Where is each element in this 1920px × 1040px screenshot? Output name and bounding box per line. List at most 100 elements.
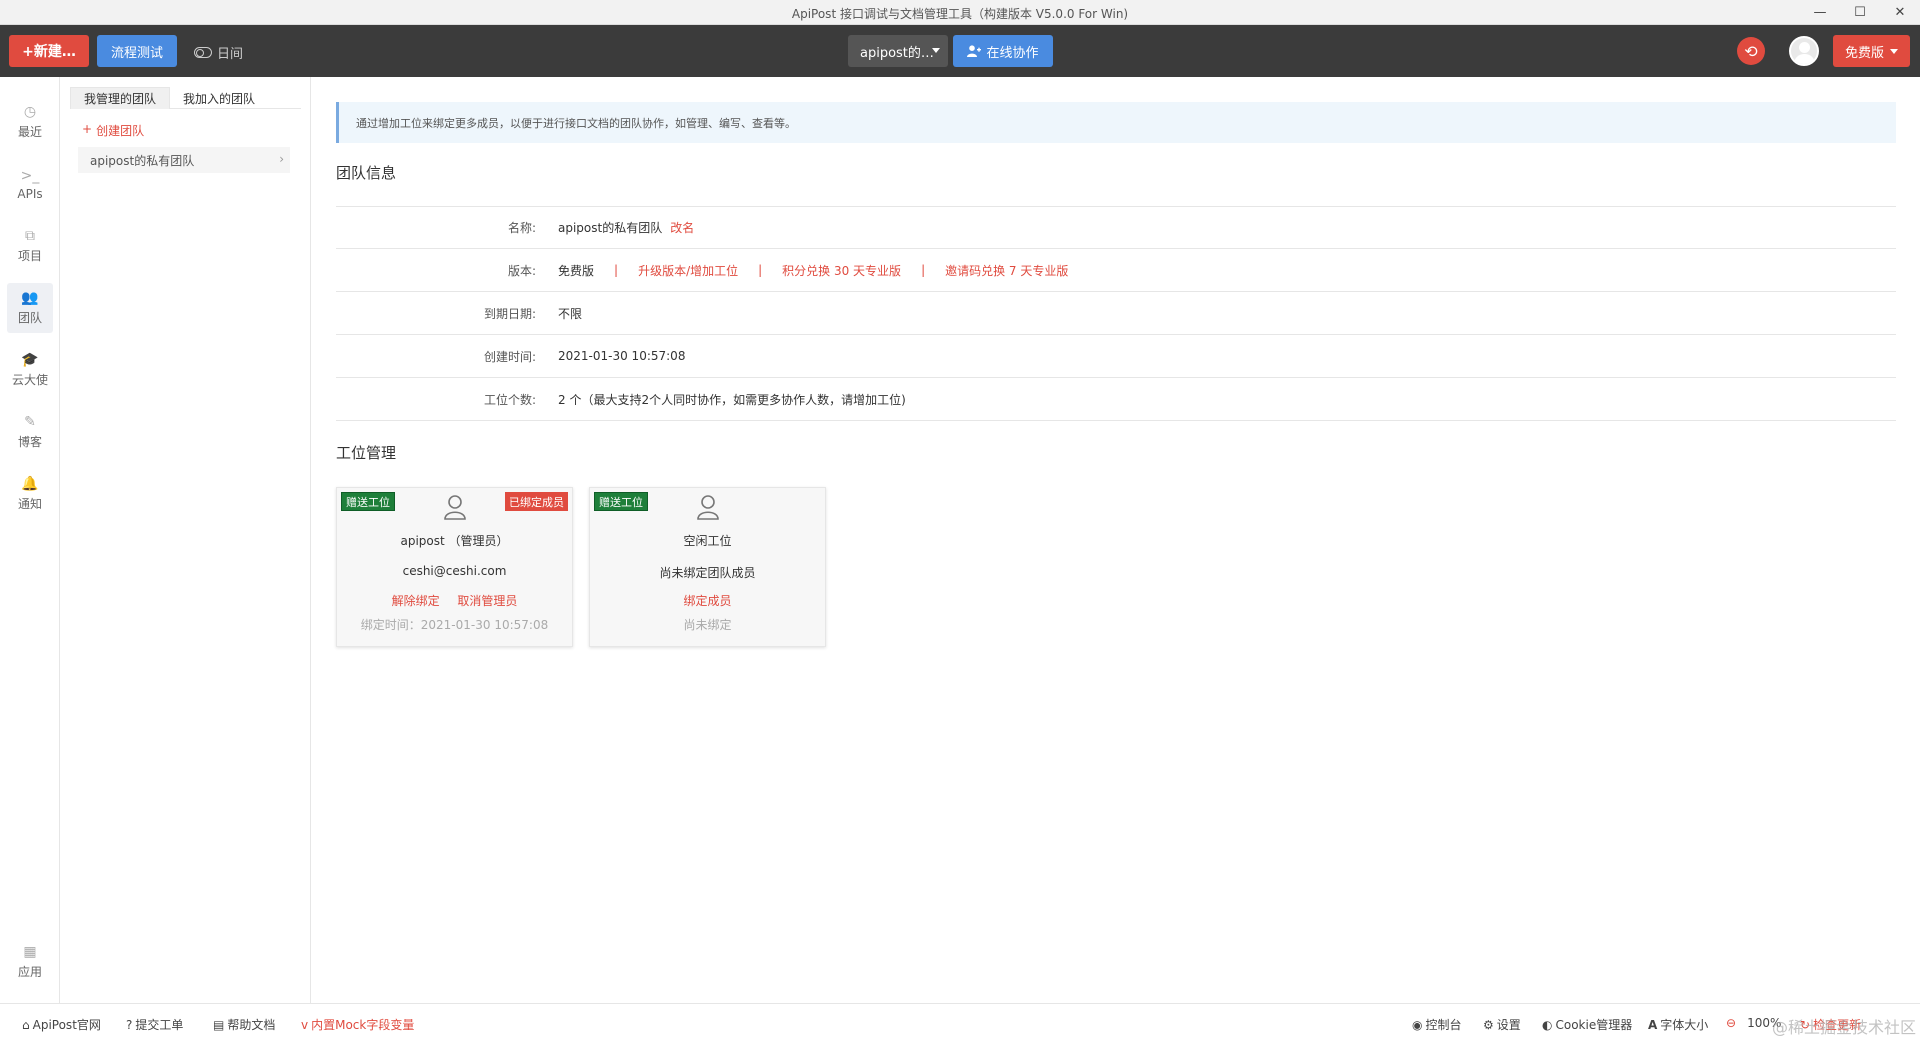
tab-managed-teams[interactable]: 我管理的团队 — [70, 87, 171, 109]
project-select[interactable]: apipost的… — [848, 35, 948, 67]
seat-bind-time: 尚未绑定 — [683, 618, 732, 632]
help-docs-label: 帮助文档 — [227, 1018, 276, 1032]
chevron-right-icon: › — [279, 152, 284, 166]
console-link[interactable]: ◉ 控制台 — [1412, 1016, 1462, 1033]
window-title: ApiPost 接口调试与文档管理工具（构建版本 V5.0.0 For Win) — [791, 7, 1129, 21]
bind-member-link[interactable]: 绑定成员 — [683, 594, 731, 608]
window-titlebar: ApiPost 接口调试与文档管理工具（构建版本 V5.0.0 For Win)… — [0, 0, 1920, 25]
font-icon: A — [1648, 1017, 1658, 1032]
toggle-icon — [194, 47, 212, 58]
unbind-link[interactable]: 解除绑定 — [392, 594, 440, 608]
day-night-label: 日间 — [217, 47, 244, 62]
nav-notify[interactable]: 🔔 通知 — [7, 469, 53, 519]
team-list-panel: 我管理的团队 我加入的团队 + 创建团队 apipost的私有团队 › — [60, 77, 311, 1003]
seats-label: 工位个数: — [483, 392, 536, 407]
online-collab-button[interactable]: 在线协作 — [953, 35, 1053, 67]
user-icon — [590, 494, 825, 523]
create-team-label: 创建团队 — [96, 124, 145, 138]
status-bar: ⌂ ApiPost官网 ? 提交工单 ▤ 帮助文档 v 内置Mock字段变量 ◉… — [0, 1003, 1920, 1040]
separator: | — [921, 263, 926, 277]
team-info-title: 团队信息 — [336, 164, 397, 182]
info-row-expire: 到期日期: 不限 — [336, 292, 1896, 335]
project-icon: ⧉ — [25, 228, 35, 244]
info-row-created: 创建时间: 2021-01-30 10:57:08 — [336, 335, 1896, 378]
maximize-button[interactable]: ☐ — [1840, 0, 1880, 25]
nav-ambassador[interactable]: 🎓 云大使 — [7, 345, 53, 395]
create-team-button[interactable]: + 创建团队 — [82, 122, 144, 139]
seat-card: 赠送工位 空闲工位 尚未绑定团队成员 绑定成员 尚未绑定 — [589, 487, 826, 647]
cookie-manager-link[interactable]: ◐ Cookie管理器 — [1542, 1016, 1632, 1033]
plus-icon: + — [82, 122, 93, 136]
nav-notify-label: 通知 — [17, 497, 42, 511]
user-avatar[interactable] — [1789, 36, 1819, 66]
cookie-icon: ◐ — [1542, 1017, 1553, 1032]
console-icon: ◉ — [1412, 1017, 1423, 1032]
revoke-admin-link[interactable]: 取消管理员 — [457, 594, 517, 608]
font-size-control[interactable]: A 字体大小 — [1648, 1016, 1708, 1033]
caret-down-icon — [1890, 48, 1898, 54]
team-info-table: 名称: apipost的私有团队 改名 版本: 免费版 | 升级版本/增加工位 … — [336, 206, 1896, 421]
user-plus-icon — [967, 45, 982, 57]
edit-icon: ✎ — [24, 414, 36, 430]
mock-vars-link[interactable]: v 内置Mock字段变量 — [301, 1016, 414, 1033]
cookie-manager-label: Cookie管理器 — [1555, 1018, 1633, 1032]
nav-project[interactable]: ⧉ 项目 — [7, 221, 53, 271]
nav-team[interactable]: 👥 团队 — [7, 283, 53, 333]
sync-icon[interactable]: ⟲ — [1737, 37, 1765, 65]
points-redeem-link[interactable]: 积分兑换 30 天专业版 — [782, 262, 901, 279]
nav-project-label: 项目 — [17, 249, 42, 263]
nav-ambassador-label: 云大使 — [11, 373, 48, 387]
seat-member-email: ceshi@ceshi.com — [402, 564, 507, 578]
online-collab-label: 在线协作 — [986, 45, 1039, 61]
nav-blog[interactable]: ✎ 博客 — [7, 407, 53, 457]
nav-recent[interactable]: ◷ 最近 — [7, 97, 53, 147]
upgrade-link[interactable]: 升级版本/增加工位 — [638, 262, 738, 279]
seat-member-email: 尚未绑定团队成员 — [659, 566, 756, 580]
invite-redeem-link[interactable]: 邀请码兑换 7 天专业版 — [945, 262, 1068, 279]
info-row-version: 版本: 免费版 | 升级版本/增加工位 | 积分兑换 30 天专业版 | 邀请码… — [336, 249, 1896, 292]
nav-team-label: 团队 — [17, 311, 42, 325]
nav-blog-label: 博客 — [17, 435, 42, 449]
separator: | — [758, 263, 763, 277]
home-icon: ⌂ — [22, 1017, 30, 1032]
close-button[interactable]: ✕ — [1880, 0, 1920, 25]
team-tabs: 我管理的团队 我加入的团队 — [70, 87, 301, 109]
name-value: apipost的私有团队 — [558, 221, 663, 235]
bell-icon: 🔔 — [21, 476, 39, 492]
new-button[interactable]: +新建… — [9, 35, 89, 67]
nav-apps[interactable]: ▦ 应用 — [7, 937, 53, 987]
users-icon: 👥 — [21, 290, 39, 306]
expire-value: 不限 — [558, 306, 583, 321]
plan-label: 免费版 — [1844, 45, 1884, 61]
seat-actions: 绑定成员 — [590, 592, 825, 609]
seat-actions: 解除绑定 取消管理员 — [337, 592, 572, 609]
top-toolbar: +新建… 流程测试 日间 apipost的… 在线协作 ⟲ 免费版 — [0, 25, 1920, 77]
notice-banner: 通过增加工位来绑定更多成员，以便于进行接口文档的团队协作，如管理、编写、查看等。 — [336, 102, 1896, 143]
settings-link[interactable]: ⚙ 设置 — [1483, 1016, 1521, 1033]
watermark: @稀土掘金技术社区 — [1771, 1018, 1916, 1037]
nav-apis-label: APIs — [17, 186, 43, 201]
expire-label: 到期日期: — [483, 306, 536, 321]
apps-grid-icon: ▦ — [23, 944, 37, 960]
caret-down-icon — [932, 48, 940, 53]
rename-link[interactable]: 改名 — [670, 219, 694, 236]
version-label: 版本: — [507, 263, 536, 278]
tab-joined-teams[interactable]: 我加入的团队 — [170, 87, 268, 109]
plan-dropdown-button[interactable]: 免费版 — [1833, 35, 1910, 67]
nav-apis[interactable]: >_ APIs — [7, 159, 53, 209]
submit-ticket-link[interactable]: ? 提交工单 — [126, 1016, 183, 1033]
day-night-toggle[interactable]: 日间 — [194, 43, 243, 62]
flow-test-button[interactable]: 流程测试 — [97, 35, 177, 67]
mock-icon: v — [301, 1017, 309, 1032]
seat-member-name: 空闲工位 — [683, 534, 732, 548]
team-list-item[interactable]: apipost的私有团队 › — [78, 147, 290, 173]
info-row-seats: 工位个数: 2 个（最大支持2个人同时协作，如需更多协作人数，请增加工位) — [336, 378, 1896, 421]
official-site-link[interactable]: ⌂ ApiPost官网 — [22, 1016, 101, 1033]
minimize-button[interactable]: — — [1800, 0, 1840, 25]
help-docs-link[interactable]: ▤ 帮助文档 — [213, 1016, 275, 1033]
console-label: 控制台 — [1425, 1018, 1462, 1032]
gear-icon: ⚙ — [1483, 1017, 1494, 1032]
version-value: 免费版 — [558, 263, 595, 278]
seat-mgmt-title: 工位管理 — [336, 444, 397, 462]
nav-apps-label: 应用 — [17, 965, 42, 979]
